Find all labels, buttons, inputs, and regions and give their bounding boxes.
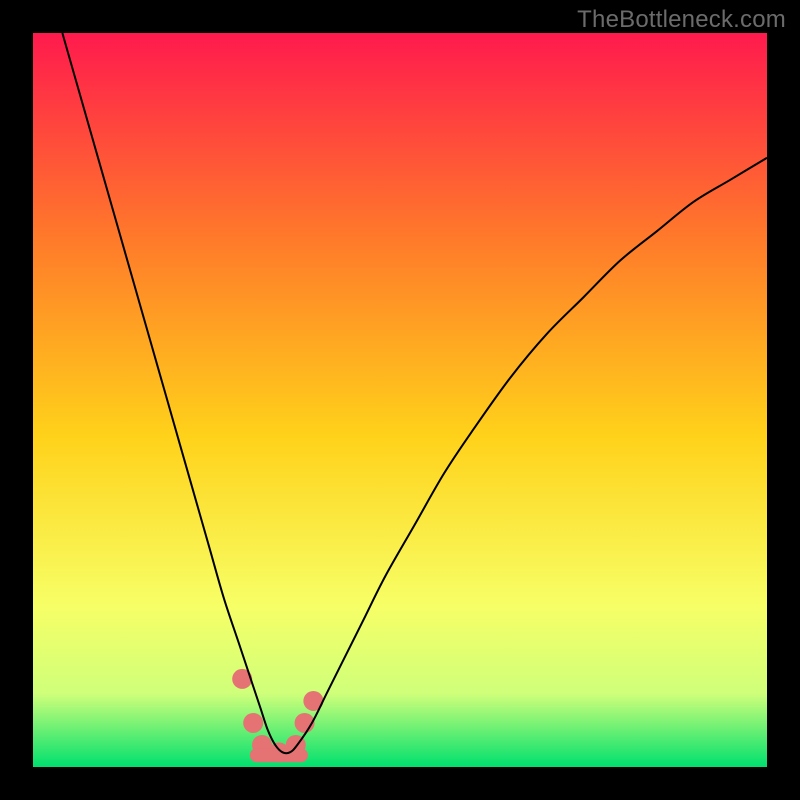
marker-dot: [243, 713, 263, 733]
chart-frame: TheBottleneck.com: [0, 0, 800, 800]
chart-svg: [33, 33, 767, 767]
plot-area: [33, 33, 767, 767]
gradient-background: [33, 33, 767, 767]
watermark-text: TheBottleneck.com: [577, 6, 786, 34]
